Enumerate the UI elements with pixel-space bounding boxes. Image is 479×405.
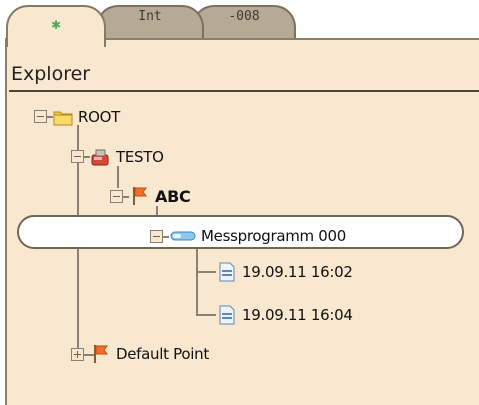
tree-line xyxy=(196,244,198,316)
collapse-toggle-root[interactable] xyxy=(34,110,47,123)
collapse-toggle-messprogramm[interactable] xyxy=(150,230,163,243)
expand-toggle-default-point[interactable] xyxy=(71,348,84,361)
tab-int-label: Int xyxy=(138,9,162,24)
tree-node-root[interactable]: ROOT xyxy=(52,105,120,129)
document-icon xyxy=(216,305,238,325)
tree-node-label: Default Point xyxy=(116,345,209,363)
red-flag-icon xyxy=(129,186,151,206)
tree-node-testo[interactable]: TESTO xyxy=(90,145,164,169)
collapse-toggle-testo[interactable] xyxy=(71,150,84,163)
tab-008-label: -008 xyxy=(228,9,260,24)
tab-int[interactable]: Int xyxy=(96,5,204,39)
tree-node-measurement-2[interactable]: 19.09.11 16:04 xyxy=(216,303,353,327)
tree-node-label: Messprogramm 000 xyxy=(201,227,347,245)
tree-line xyxy=(117,166,119,188)
green-star-icon: ✱ xyxy=(50,18,62,32)
panel-title: Explorer xyxy=(11,63,91,85)
tree-node-label: TESTO xyxy=(116,148,164,166)
tree-node-label: ABC xyxy=(155,186,191,206)
folder-icon xyxy=(52,107,74,127)
collapse-toggle-abc[interactable] xyxy=(110,190,123,203)
red-flag-icon xyxy=(90,344,112,364)
tree-node-measurement-1[interactable]: 19.09.11 16:02 xyxy=(216,260,353,284)
tree-node-label: 19.09.11 16:04 xyxy=(242,306,353,324)
tree-node-label: 19.09.11 16:02 xyxy=(242,263,353,281)
tree-node-default-point[interactable]: Default Point xyxy=(90,342,209,366)
program-pill-icon xyxy=(169,226,197,246)
tree-node-messprogramm[interactable]: Messprogramm 000 xyxy=(169,224,346,248)
tree-line xyxy=(196,314,216,316)
device-icon xyxy=(90,147,112,167)
tree-node-label: ROOT xyxy=(78,108,120,126)
panel-divider xyxy=(9,90,479,92)
tab-008[interactable]: -008 xyxy=(192,5,296,39)
tab-favorites[interactable]: ✱ xyxy=(6,5,106,47)
document-icon xyxy=(216,262,238,282)
tree-line xyxy=(196,271,216,273)
tree-node-abc[interactable]: ABC xyxy=(129,184,191,208)
